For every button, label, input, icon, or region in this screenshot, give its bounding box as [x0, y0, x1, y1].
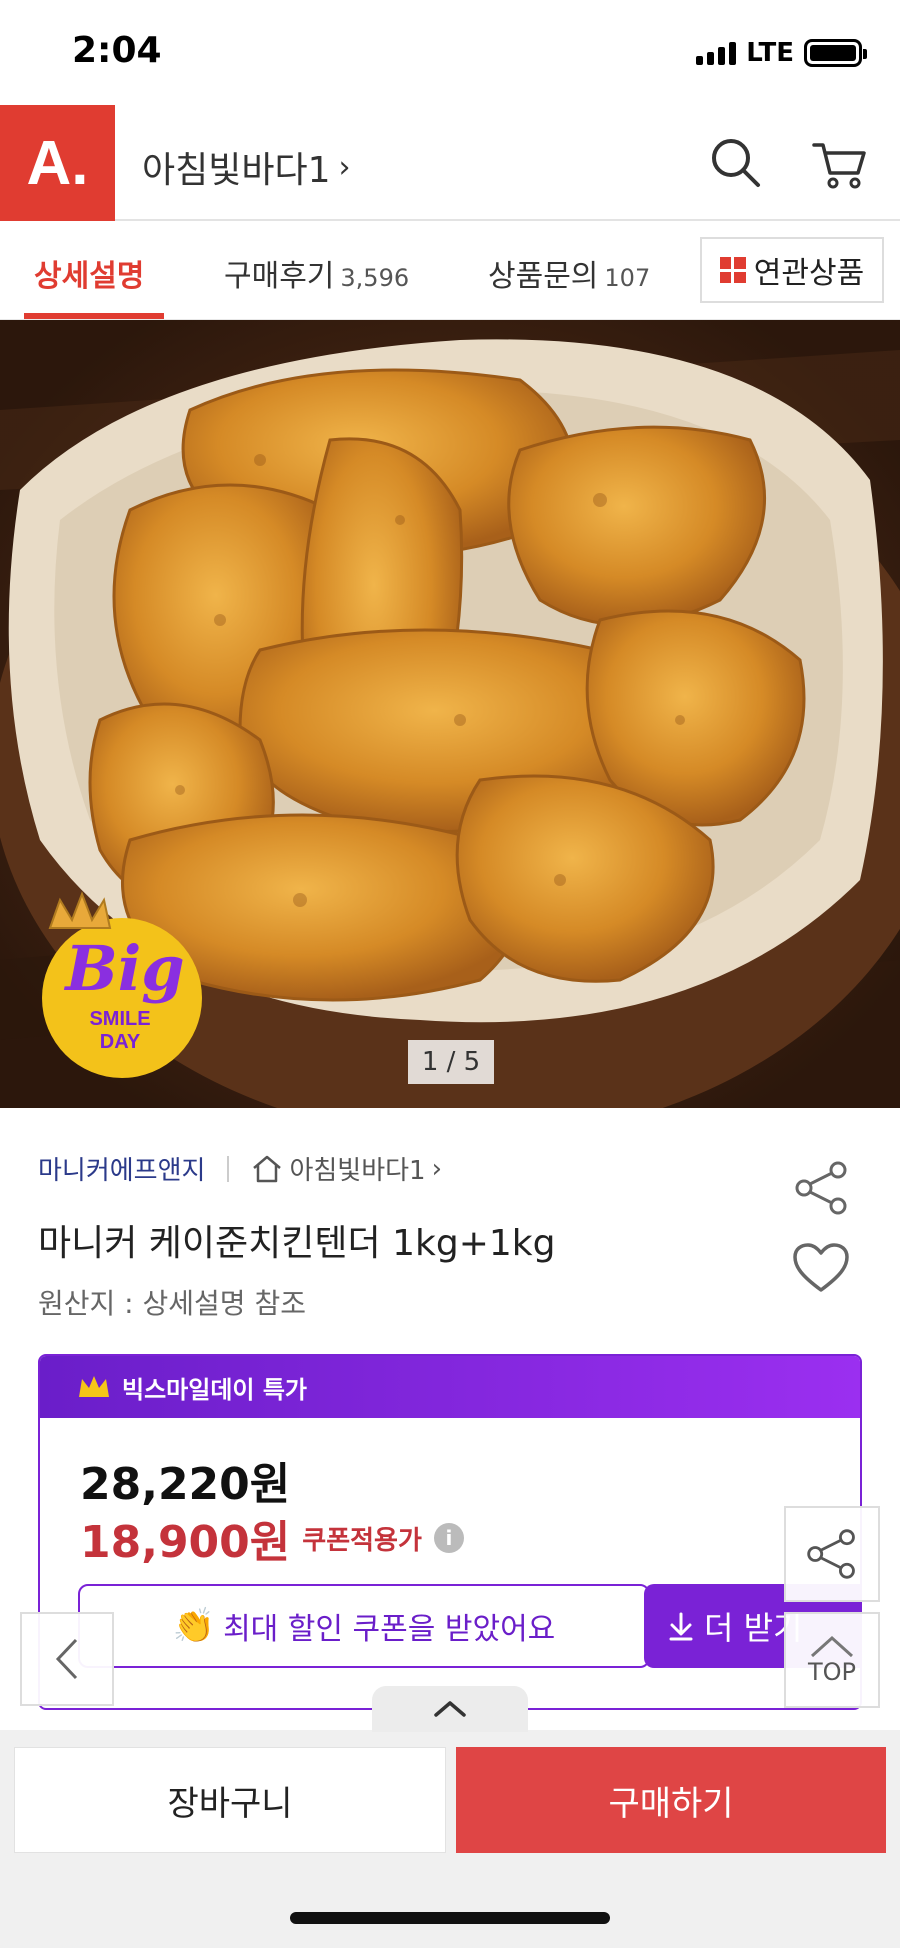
original-price: 28,220원 — [80, 1459, 291, 1510]
expand-options-handle[interactable] — [372, 1686, 528, 1732]
price-card-title: 빅스마일데이 특가 — [122, 1375, 307, 1404]
tab-reviews[interactable]: 구매후기 3,596 — [224, 251, 409, 295]
clap-icon: 👏 — [172, 1606, 216, 1646]
status-bar: 2:04 LTE — [0, 0, 900, 105]
related-products-label: 연관상품 — [753, 256, 865, 291]
price-card: 빅스마일데이 특가 28,220원 18,900원 쿠폰적용가 i 👏 최대 할… — [38, 1354, 862, 1710]
sale-price-line: 18,900원 쿠폰적용가 i — [80, 1506, 464, 1570]
tab-details[interactable]: 상세설명 — [34, 251, 144, 295]
status-time: 2:04 — [72, 30, 162, 71]
buy-now-button[interactable]: 구매하기 — [456, 1747, 886, 1853]
tab-reviews-count: 3,596 — [340, 264, 410, 292]
badge-day-text: DAY — [100, 1031, 141, 1053]
store-name: 아침빛바다1 — [142, 150, 331, 191]
badge-smile-text: SMILE — [89, 1008, 150, 1030]
sale-price: 18,900원 — [80, 1517, 291, 1568]
status-indicators: LTE — [696, 38, 867, 68]
previous-button[interactable] — [20, 1612, 114, 1706]
tab-inquiries-label: 상품문의 — [488, 259, 599, 294]
brand-line: 마니커에프앤지 아침빛바다1 › — [38, 1150, 442, 1187]
tab-inquiries-count: 107 — [604, 264, 651, 292]
battery-icon — [804, 39, 867, 67]
product-origin: 원산지 : 상세설명 참조 — [38, 1287, 306, 1320]
app-header: A. 아침빛바다1 › — [0, 105, 900, 221]
store-name-link[interactable]: 아침빛바다1 › — [142, 141, 351, 193]
big-smile-day-badge: Big SMILE DAY — [42, 891, 202, 1078]
chevron-up-icon — [810, 1635, 854, 1658]
info-icon[interactable]: i — [433, 1523, 464, 1553]
store-link-label: 아침빛바다1 — [289, 1156, 426, 1186]
cart-icon[interactable] — [810, 133, 870, 193]
chevron-right-icon: › — [431, 1153, 443, 1184]
image-pager: 1 / 5 — [408, 1040, 494, 1084]
store-link[interactable]: 아침빛바다1 › — [251, 1150, 442, 1187]
crown-icon — [79, 1376, 109, 1397]
divider — [227, 1155, 230, 1182]
chevron-up-icon — [434, 1701, 466, 1717]
sale-price-label: 쿠폰적용가 — [302, 1525, 422, 1556]
product-tabs: 상세설명 구매후기 3,596 상품문의 107 연관상품 — [0, 223, 900, 320]
tab-details-label: 상세설명 — [34, 259, 145, 294]
top-label: TOP — [807, 1658, 857, 1686]
coupon-status-text: 최대 할인 쿠폰을 받았어요 — [223, 1612, 556, 1647]
tab-reviews-label: 구매후기 — [224, 259, 335, 294]
badge-big-text: Big — [63, 932, 184, 1005]
share-icon — [807, 1529, 855, 1579]
signal-icon — [696, 41, 737, 65]
share-icon[interactable] — [792, 1160, 852, 1216]
brand-link[interactable]: 마니커에프앤지 — [38, 1150, 205, 1187]
app-logo[interactable]: A. — [0, 105, 115, 221]
product-image-carousel[interactable]: Big SMILE DAY 1 / 5 — [0, 320, 900, 1108]
chevron-right-icon: › — [338, 149, 351, 185]
related-products-button[interactable]: 연관상품 — [700, 237, 884, 303]
search-icon[interactable] — [706, 133, 766, 193]
grid-icon — [719, 257, 746, 283]
home-icon — [253, 1155, 282, 1182]
product-title: 마니커 케이준치킨텐더 1kg+1kg — [38, 1223, 556, 1264]
home-indicator[interactable] — [290, 1912, 610, 1924]
add-to-cart-button[interactable]: 장바구니 — [14, 1747, 446, 1853]
coupon-status-box[interactable]: 👏 최대 할인 쿠폰을 받았어요 — [78, 1584, 650, 1668]
scroll-to-top-button[interactable]: TOP — [784, 1612, 880, 1708]
floating-share-button[interactable] — [784, 1506, 880, 1602]
tab-inquiries[interactable]: 상품문의 107 — [488, 251, 650, 295]
heart-icon[interactable] — [792, 1242, 850, 1294]
network-type: LTE — [746, 38, 794, 68]
download-arrow-icon — [669, 1612, 693, 1641]
chevron-left-icon — [55, 1638, 78, 1680]
active-tab-indicator — [24, 313, 164, 319]
price-card-header: 빅스마일데이 특가 — [40, 1356, 860, 1418]
